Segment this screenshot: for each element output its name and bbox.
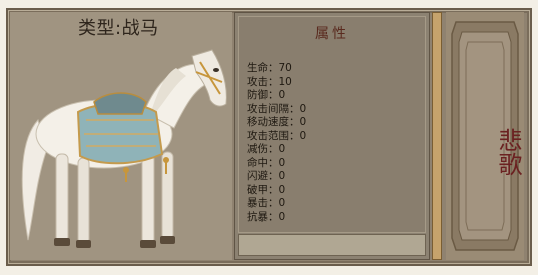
attributes-list: 生命：70 攻击：10 防御：0 攻击间隔：0 移动速度：0 攻击范围：0 减伤… <box>247 62 306 224</box>
mount-name: 悲歌 <box>494 128 522 176</box>
attr-crit-resist: 抗暴：0 <box>247 210 286 223</box>
attr-armor-break: 破甲：0 <box>247 183 286 196</box>
attr-hp: 生命：70 <box>247 62 292 74</box>
attr-dodge: 闪避：0 <box>247 170 286 182</box>
attr-accuracy: 命中：0 <box>247 156 286 169</box>
attr-crit: 暴击：0 <box>247 197 286 209</box>
attributes-panel: 属性 生命：70 攻击：10 防御：0 攻击间隔：0 移动速度：0 攻击范围：0… <box>234 12 430 260</box>
attributes-footer <box>238 234 426 256</box>
attr-move-speed: 移动速度：0 <box>247 116 307 128</box>
attributes-scrollbar[interactable] <box>432 12 442 260</box>
attributes-heading: 属性 <box>315 26 349 42</box>
attr-attack: 攻击：10 <box>247 75 292 88</box>
horse-image <box>21 49 227 248</box>
attr-damage-reduction: 减伤：0 <box>247 143 286 155</box>
attr-defense: 防御：0 <box>247 89 286 101</box>
mount-name-card: 悲歌 <box>446 12 524 260</box>
mount-type-title: 类型:战马 <box>78 18 159 39</box>
attr-attack-interval: 攻击间隔：0 <box>247 102 307 115</box>
attributes-content: 属性 生命：70 攻击：10 防御：0 攻击间隔：0 移动速度：0 攻击范围：0… <box>238 16 426 233</box>
attr-attack-range: 攻击范围：0 <box>247 129 307 142</box>
